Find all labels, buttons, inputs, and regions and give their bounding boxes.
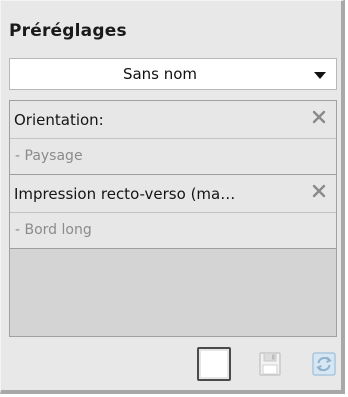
list-item[interactable]: Impression recto-verso (ma… - Bord long — [10, 175, 336, 249]
chevron-down-icon — [314, 72, 326, 79]
setting-value: - Bord long — [15, 222, 92, 238]
new-preset-button[interactable] — [197, 347, 231, 381]
divider — [10, 212, 336, 213]
preset-dropdown-value: Sans nom — [122, 65, 198, 83]
setting-title: Impression recto-verso (ma… — [14, 185, 236, 203]
preset-dropdown[interactable]: Sans nom — [9, 58, 337, 90]
save-icon — [259, 352, 281, 376]
presets-title: Préréglages — [9, 21, 127, 41]
refresh-button[interactable] — [307, 347, 341, 381]
setting-value: - Paysage — [15, 148, 83, 164]
list-item[interactable]: Orientation: - Paysage — [10, 101, 336, 175]
settings-list: Orientation: - Paysage Impression recto-… — [9, 100, 337, 337]
save-preset-button[interactable] — [253, 347, 287, 381]
remove-icon[interactable] — [311, 109, 327, 125]
divider — [10, 138, 336, 139]
remove-icon[interactable] — [311, 183, 327, 199]
setting-title: Orientation: — [14, 111, 104, 129]
presets-panel: Préréglages Sans nom Orientation: - Pays… — [0, 0, 345, 394]
refresh-icon — [312, 352, 336, 376]
